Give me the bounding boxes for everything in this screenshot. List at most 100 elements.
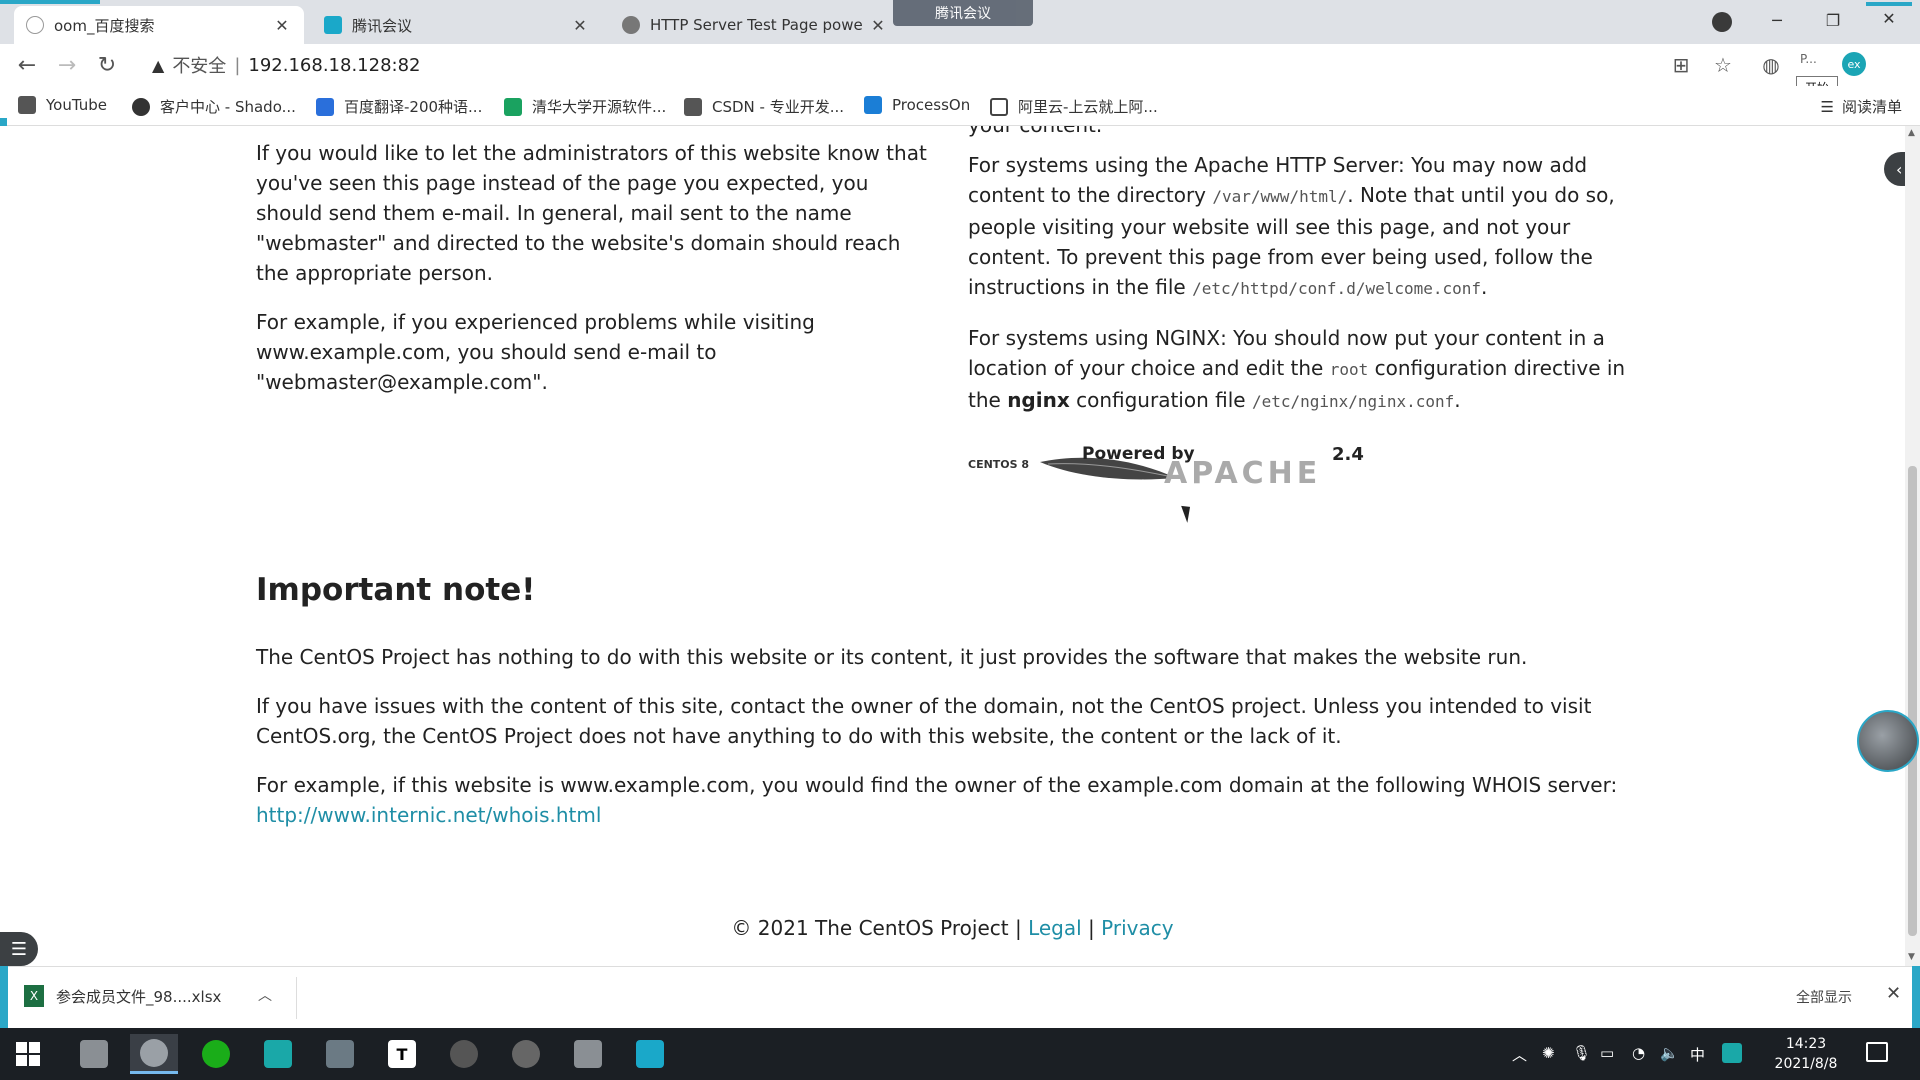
clock-date: 2021/8/8 <box>1774 1056 1838 1072</box>
bookmark-label: 客户中心 - Shado... <box>160 98 296 116</box>
bookmark-star-icon[interactable]: ☆ <box>1710 52 1736 78</box>
aliyun-icon <box>990 97 1008 116</box>
bookmark-label: YouTube <box>46 96 107 114</box>
photo-app-icon <box>574 1040 602 1068</box>
bookmark-label: 清华大学开源软件... <box>532 98 667 116</box>
right-column: your content. For systems using the Apac… <box>968 126 1658 436</box>
footer-separator: | <box>1088 916 1095 940</box>
url-text[interactable]: 192.168.18.128:82 <box>248 55 420 76</box>
page-scrollbar[interactable]: ▲ ▼ <box>1905 126 1920 966</box>
centos-notice-paragraph: The CentOS Project has nothing to do wit… <box>256 645 1528 669</box>
apache-end: . <box>1481 275 1488 299</box>
bookmark-aliyun[interactable]: 阿里云-上云就上阿... <box>990 96 1158 117</box>
floating-menu-icon[interactable]: ☰ <box>0 932 38 966</box>
minimize-icon[interactable]: ─ <box>1754 6 1800 34</box>
taskbar-tencent-meeting[interactable] <box>626 1034 674 1074</box>
snail-icon <box>512 1040 540 1068</box>
taskbar-photo-app[interactable] <box>70 1034 118 1074</box>
taskbar-chrome[interactable] <box>130 1034 178 1074</box>
taskbar-file-explorer[interactable] <box>316 1034 364 1074</box>
root-directive: root <box>1329 360 1369 379</box>
scrollbar-thumb[interactable] <box>1908 466 1917 936</box>
profile-icon[interactable] <box>1712 12 1732 32</box>
chrome-icon <box>140 1038 168 1067</box>
close-icon[interactable]: ✕ <box>868 16 888 35</box>
tab-title: 腾讯会议 <box>352 16 413 35</box>
forward-icon[interactable]: → <box>52 50 82 80</box>
scroll-up-icon[interactable]: ▲ <box>1908 128 1915 138</box>
tab-baidu-search[interactable]: oom_百度搜索 ✕ <box>14 6 304 44</box>
scroll-down-icon[interactable]: ▼ <box>1908 952 1915 962</box>
example-paragraph: For example, if you experienced problems… <box>256 310 815 394</box>
domain-owner-paragraph: If you have issues with the content of t… <box>256 694 1592 748</box>
close-icon[interactable]: ✕ <box>272 16 292 35</box>
tab-http-test-page[interactable]: HTTP Server Test Page powe ✕ <box>610 6 900 44</box>
csdn-icon <box>684 97 702 116</box>
download-divider <box>296 977 297 1019</box>
volume-icon[interactable]: 🔈 <box>1660 1044 1679 1062</box>
wechat-icon <box>202 1040 230 1068</box>
meeting-badge[interactable]: 腾讯会议 <box>893 0 1033 26</box>
bookmark-shadow-client[interactable]: 客户中心 - Shado... <box>132 96 296 117</box>
bookmark-tsinghua-mirror[interactable]: 清华大学开源软件... <box>504 96 666 117</box>
taskbar-typora[interactable]: T <box>378 1034 426 1074</box>
bookmark-processon[interactable]: ProcessOn <box>864 96 970 114</box>
address-bar[interactable]: ▲ 不安全 | 192.168.18.128:82 <box>140 48 1650 82</box>
chevron-up-tray-icon[interactable]: ︿ <box>1512 1044 1527 1065</box>
bookmark-youtube[interactable]: YouTube <box>18 96 107 114</box>
floating-avatar[interactable] <box>1857 710 1919 772</box>
wifi-icon[interactable]: ◔ <box>1632 1044 1645 1062</box>
reading-list-icon: ☰ <box>1820 97 1834 116</box>
ime-indicator[interactable]: 中 <box>1690 1044 1705 1065</box>
notification-icon[interactable] <box>1866 1042 1888 1062</box>
taskbar-wechat[interactable] <box>192 1034 240 1074</box>
bookmark-baidu-translate[interactable]: 百度翻译-200种语... <box>316 96 482 117</box>
youtube-icon <box>18 96 36 114</box>
tab-tencent-meeting[interactable]: 腾讯会议 ✕ <box>312 6 602 44</box>
windows-start-icon[interactable] <box>16 1042 40 1066</box>
back-icon[interactable]: ← <box>12 50 42 80</box>
security-label: 不安全 <box>172 56 227 77</box>
bookmark-csdn[interactable]: CSDN - 专业开发... <box>684 96 844 117</box>
warning-icon[interactable]: ▲ <box>152 56 164 75</box>
bug-tray-icon[interactable]: ✺ <box>1542 1044 1555 1062</box>
restore-icon[interactable]: ❐ <box>1810 6 1856 34</box>
shadow-icon <box>132 97 150 116</box>
browser-toolbar: ← → ↻ ▲ 不安全 | 192.168.18.128:82 ⊞ ☆ ◍ <box>0 44 1920 86</box>
taskbar-photo-app-2[interactable] <box>564 1034 612 1074</box>
apache-version: 2.4 <box>1332 444 1364 465</box>
translate-icon[interactable]: ⊞ <box>1668 52 1694 78</box>
tencent-meeting-icon <box>636 1040 664 1068</box>
baidu-paw-icon <box>26 16 44 34</box>
bookmark-label: 阿里云-上云就上阿... <box>1018 98 1158 116</box>
address-separator: | <box>234 54 241 76</box>
close-icon[interactable]: ✕ <box>1886 983 1901 1004</box>
system-clock[interactable]: 14:23 2021/8/8 <box>1766 1034 1846 1074</box>
download-item[interactable]: X 参会成员文件_98....xlsx <box>24 985 221 1007</box>
processon-icon <box>864 96 882 114</box>
clock-time: 14:23 <box>1785 1036 1827 1052</box>
close-icon[interactable]: ✕ <box>570 16 590 35</box>
music-icon <box>450 1040 478 1068</box>
folder-icon <box>326 1040 354 1068</box>
taskbar-snail-app[interactable] <box>502 1034 550 1074</box>
nginx-paragraph: For systems using NGINX: You should now … <box>968 323 1658 417</box>
microphone-icon[interactable]: 🎙 <box>1572 1044 1591 1062</box>
reload-icon[interactable]: ↻ <box>92 50 122 80</box>
taskbar-task-view[interactable] <box>254 1034 302 1074</box>
close-window-icon[interactable]: ✕ <box>1866 2 1912 30</box>
show-all-downloads[interactable]: 全部显示 <box>1796 987 1852 1007</box>
reading-list[interactable]: ☰ 阅读清单 <box>1821 96 1902 117</box>
privacy-link[interactable]: Privacy <box>1101 916 1173 940</box>
extension-label: P... <box>1800 52 1817 66</box>
tencent-tray-icon[interactable] <box>1722 1043 1742 1063</box>
battery-icon[interactable]: ▭ <box>1600 1044 1614 1062</box>
extension-icon[interactable]: ◍ <box>1758 52 1784 78</box>
whois-link[interactable]: http://www.internic.net/whois.html <box>256 803 601 827</box>
extension-avatar[interactable]: ex <box>1842 52 1866 76</box>
legal-link[interactable]: Legal <box>1028 916 1082 940</box>
taskbar-netease-music[interactable] <box>440 1034 488 1074</box>
chevron-up-icon[interactable]: ︿ <box>258 985 272 1005</box>
mouse-cursor-icon <box>1181 503 1195 523</box>
copyright-text: © 2021 The CentOS Project <box>731 916 1009 940</box>
